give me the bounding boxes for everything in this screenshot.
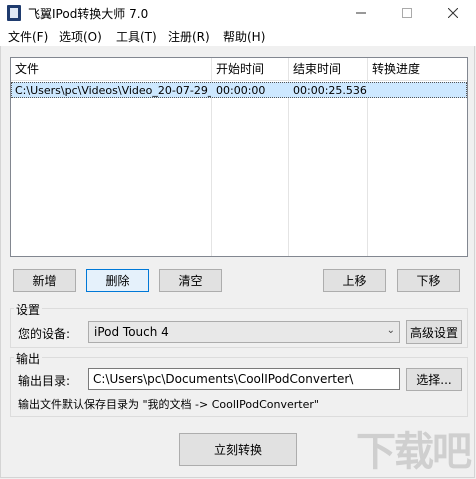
menu-register[interactable]: 注册(R) xyxy=(168,28,210,45)
output-dir-input[interactable]: C:\Users\pc\Documents\CoolIPodConverter\ xyxy=(88,368,400,390)
add-button[interactable]: 新增 xyxy=(13,269,76,292)
cell-end-time: 00:00:25.536 xyxy=(293,84,367,97)
minimize-button[interactable] xyxy=(338,0,384,26)
chevron-down-icon: ⌄ xyxy=(386,325,395,336)
menu-tools[interactable]: 工具(T) xyxy=(116,28,157,45)
title-bar: 飞翼IPod转换大师 7.0 xyxy=(0,0,476,26)
close-icon xyxy=(448,8,458,18)
cell-start-time: 00:00:00 xyxy=(216,84,266,97)
header-progress[interactable]: 转换进度 xyxy=(368,58,467,81)
move-down-button[interactable]: 下移 xyxy=(397,269,460,292)
clear-button[interactable]: 清空 xyxy=(159,269,222,292)
cell-file: C:\Users\pc\Videos\Video_20-07-29_... xyxy=(15,84,211,97)
maximize-icon xyxy=(402,8,412,18)
header-end-time[interactable]: 结束时间 xyxy=(289,58,368,81)
output-group-title: 输出 xyxy=(14,350,43,367)
advanced-settings-button[interactable]: 高级设置 xyxy=(406,320,462,344)
move-up-button[interactable]: 上移 xyxy=(323,269,386,292)
header-start-time[interactable]: 开始时间 xyxy=(212,58,289,81)
close-button[interactable] xyxy=(430,0,476,26)
output-note: 输出文件默认保存目录为 "我的文档 -> CoolIPodConverter" xyxy=(18,398,319,411)
menu-file[interactable]: 文件(F) xyxy=(8,28,48,45)
maximize-button[interactable] xyxy=(384,0,430,26)
device-label: 您的设备: xyxy=(18,327,71,341)
settings-group-title: 设置 xyxy=(14,301,43,318)
table-row[interactable]: C:\Users\pc\Videos\Video_20-07-29_... 00… xyxy=(11,82,467,98)
menu-bar: 文件(F) 选项(O) 工具(T) 注册(R) 帮助(H) xyxy=(0,26,476,46)
browse-button[interactable]: 选择... xyxy=(406,368,462,391)
header-file[interactable]: 文件 xyxy=(11,58,212,81)
app-icon xyxy=(7,5,21,21)
menu-options[interactable]: 选项(O) xyxy=(59,28,102,45)
output-dir-label: 输出目录: xyxy=(18,374,71,388)
device-select-value: iPod Touch 4 xyxy=(94,325,169,339)
device-select[interactable]: iPod Touch 4 ⌄ xyxy=(88,321,400,343)
window-title: 飞翼IPod转换大师 7.0 xyxy=(28,7,149,21)
delete-button[interactable]: 删除 xyxy=(86,269,149,292)
watermark-logo: 下载吧 xyxy=(356,429,472,475)
file-list[interactable]: 文件 开始时间 结束时间 转换进度 C:\Users\pc\Videos\Vid… xyxy=(10,57,468,257)
convert-now-button[interactable]: 立刻转换 xyxy=(179,433,297,466)
minimize-icon xyxy=(356,12,366,14)
menu-help[interactable]: 帮助(H) xyxy=(223,28,265,45)
